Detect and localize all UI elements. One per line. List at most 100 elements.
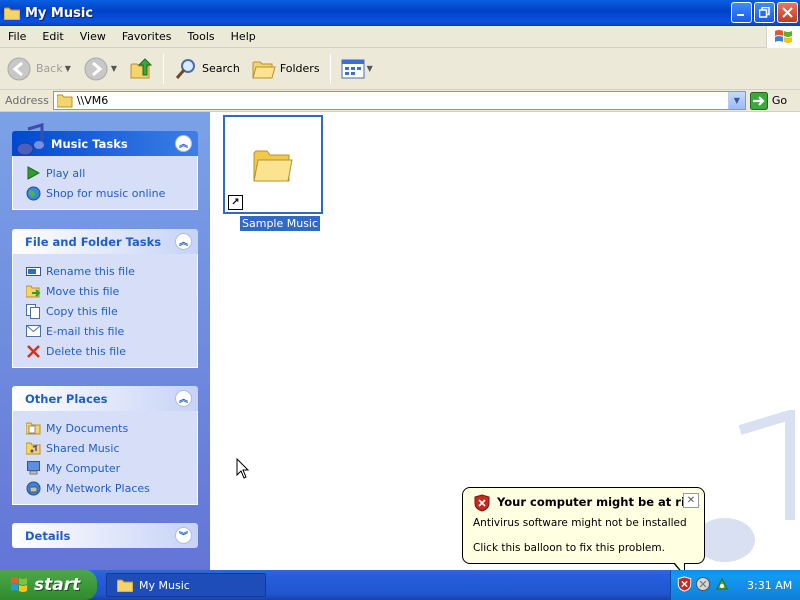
task-label: Rename this file	[46, 264, 135, 278]
go-button[interactable]: Go	[749, 91, 787, 110]
other-places-panel: Other Places ︽ My Documents Shared Music…	[12, 386, 198, 505]
place-label: My Computer	[46, 461, 121, 475]
music-tasks-panel: Music Tasks ︽ Play all Shop for music on…	[12, 123, 198, 210]
taskbar-item-my-music[interactable]: My Music	[106, 573, 266, 597]
place-my-documents[interactable]: My Documents	[25, 418, 197, 438]
address-dropdown-icon[interactable]: ▼	[727, 92, 745, 109]
security-alert-icon[interactable]	[677, 575, 692, 595]
task-delete[interactable]: Delete this file	[25, 341, 197, 361]
task-pane: Music Tasks ︽ Play all Shop for music on…	[0, 112, 210, 570]
forward-dropdown-icon[interactable]: ▼	[111, 64, 117, 73]
folder-icon	[4, 7, 20, 20]
network-icon[interactable]	[695, 576, 711, 595]
music-note-icon	[16, 123, 44, 156]
menu-file[interactable]: File	[0, 30, 34, 43]
toolbar: Back ▼ ▼ Search Folders ▼	[0, 48, 800, 90]
place-my-network-places[interactable]: My Network Places	[25, 478, 197, 498]
details-title: Details	[25, 528, 71, 543]
menu-help[interactable]: Help	[223, 30, 264, 43]
folders-label: Folders	[279, 62, 320, 75]
security-shield-icon	[474, 494, 490, 512]
address-bar: Address \\VM6 ▼ Go	[0, 90, 800, 112]
music-tasks-body: Play all Shop for music online	[12, 156, 198, 210]
task-play-all[interactable]: Play all	[25, 163, 197, 183]
clock[interactable]: 3:31 AM	[747, 579, 792, 592]
folder-icon	[117, 579, 133, 592]
taskbar: start My Music 3:31 AM	[0, 570, 800, 600]
task-shop-music[interactable]: Shop for music online	[25, 183, 197, 203]
task-rename[interactable]: Rename this file	[25, 261, 197, 281]
maximize-button[interactable]	[754, 2, 775, 23]
delete-icon	[25, 343, 41, 359]
folder-item-sample-music[interactable]: ↗	[223, 115, 323, 214]
taskbar-item-label: My Music	[139, 578, 190, 592]
views-button[interactable]: ▼	[335, 51, 379, 87]
up-folder-button[interactable]	[123, 51, 159, 87]
search-button[interactable]: Search	[168, 51, 246, 87]
windows-logo-icon	[766, 26, 800, 48]
folder-item-label[interactable]: Sample Music	[240, 216, 321, 231]
task-label: Delete this file	[46, 344, 126, 358]
task-label: E-mail this file	[46, 324, 125, 338]
system-tray: 3:31 AM	[670, 570, 800, 600]
menu-view[interactable]: View	[72, 30, 114, 43]
title-bar[interactable]: My Music	[0, 0, 800, 26]
place-my-computer[interactable]: My Computer	[25, 458, 197, 478]
address-input[interactable]: \\VM6 ▼	[52, 91, 746, 110]
back-button[interactable]: Back ▼	[0, 51, 77, 87]
rename-icon	[25, 263, 41, 279]
collapse-chevron-icon[interactable]: ︽	[175, 135, 192, 152]
start-button[interactable]: start	[0, 570, 97, 600]
folder-icon	[253, 150, 293, 182]
network-places-icon	[25, 480, 41, 496]
play-icon	[25, 165, 41, 181]
menu-favorites[interactable]: Favorites	[114, 30, 180, 43]
collapse-chevron-icon[interactable]: ︽	[175, 390, 192, 407]
other-places-body: My Documents Shared Music My Computer My…	[12, 411, 198, 505]
my-computer-icon	[25, 460, 41, 476]
collapse-chevron-icon[interactable]: ︽	[175, 233, 192, 250]
task-copy[interactable]: Copy this file	[25, 301, 197, 321]
views-dropdown-icon[interactable]: ▼	[367, 64, 373, 73]
back-dropdown-icon[interactable]: ▼	[65, 64, 71, 73]
music-tasks-title: Music Tasks	[51, 136, 128, 151]
menu-edit[interactable]: Edit	[34, 30, 71, 43]
forward-button[interactable]: ▼	[77, 51, 123, 87]
place-shared-music[interactable]: Shared Music	[25, 438, 197, 458]
task-move[interactable]: Move this file	[25, 281, 197, 301]
address-value: \\VM6	[76, 94, 109, 107]
explorer-window: My Music File Edit View Favorites Tools …	[0, 0, 800, 570]
task-label: Shop for music online	[46, 186, 166, 200]
search-label: Search	[202, 62, 240, 75]
other-places-header[interactable]: Other Places ︽	[12, 386, 198, 411]
details-header[interactable]: Details ︾	[12, 523, 198, 548]
go-arrow-icon	[749, 91, 768, 110]
back-label: Back	[36, 62, 63, 75]
file-folder-tasks-header[interactable]: File and Folder Tasks ︽	[12, 229, 198, 254]
back-arrow-icon	[7, 57, 31, 80]
tray-app-icon[interactable]	[714, 576, 730, 595]
expand-chevron-icon[interactable]: ︾	[175, 527, 192, 544]
task-email[interactable]: E-mail this file	[25, 321, 197, 341]
balloon-title: Your computer might be at risk	[497, 495, 700, 509]
forward-arrow-icon	[84, 57, 108, 80]
place-label: My Network Places	[46, 481, 150, 495]
security-balloon[interactable]: Your computer might be at risk ✕ Antivir…	[462, 487, 705, 564]
shared-music-icon	[25, 440, 41, 456]
balloon-close-button[interactable]: ✕	[683, 493, 699, 508]
minimize-button[interactable]	[731, 2, 752, 23]
window-title: My Music	[25, 5, 94, 21]
up-folder-icon	[130, 57, 153, 78]
menu-tools[interactable]: Tools	[180, 30, 223, 43]
folders-button[interactable]: Folders	[246, 51, 326, 87]
balloon-message: Antivirus software might not be installe…	[473, 517, 687, 529]
globe-icon	[25, 185, 41, 201]
start-label: start	[34, 575, 81, 595]
file-folder-tasks-body: Rename this file Move this file Copy thi…	[12, 254, 198, 368]
email-icon	[25, 323, 41, 339]
place-label: My Documents	[46, 421, 129, 435]
folders-icon	[252, 61, 276, 78]
copy-icon	[25, 303, 41, 319]
close-button[interactable]	[777, 2, 798, 23]
task-label: Copy this file	[46, 304, 118, 318]
